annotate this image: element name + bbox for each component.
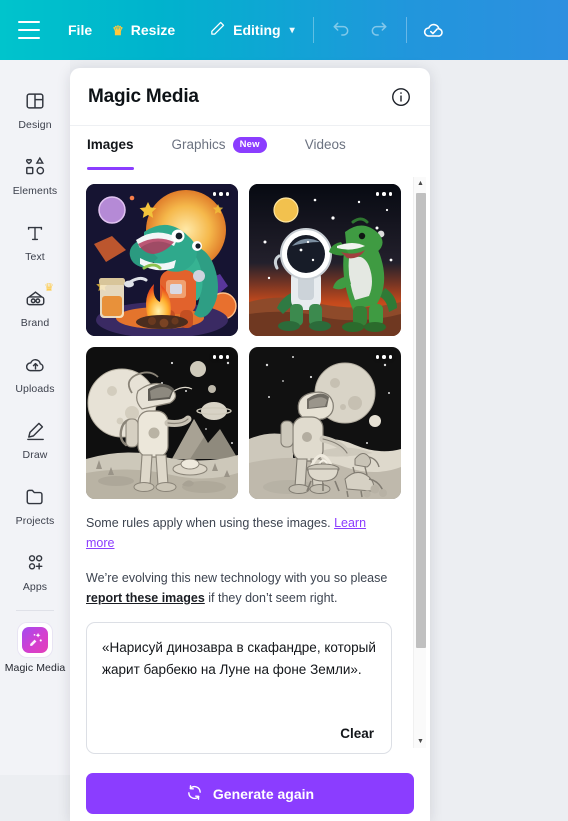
generated-image-2[interactable]	[249, 184, 401, 336]
sidebar-item-label: Apps	[22, 580, 48, 593]
clear-button[interactable]: Clear	[338, 724, 376, 743]
sidebar-item-elements[interactable]: Elements	[0, 142, 70, 208]
panel-scrollbar[interactable]: ▲ ▼	[413, 177, 426, 748]
new-badge: New	[232, 136, 267, 153]
sidebar-item-projects[interactable]: Projects	[0, 472, 70, 538]
evolving-text-start: We’re evolving this new technology with …	[86, 570, 388, 585]
pencil-icon	[209, 20, 226, 40]
sidebar-item-label: Design	[18, 118, 52, 131]
more-options-icon[interactable]	[212, 192, 229, 196]
scroll-up-arrow-icon[interactable]: ▲	[414, 177, 427, 190]
toolbar-divider-2	[405, 17, 407, 43]
scrollbar-thumb[interactable]	[415, 193, 426, 648]
sidebar-item-label: Text	[25, 250, 45, 263]
prompt-text-value: «Нарисуй динозавра в скафандре, который …	[102, 640, 376, 678]
more-options-icon[interactable]	[212, 355, 229, 359]
generate-again-button[interactable]: Generate again	[86, 773, 414, 814]
info-icon[interactable]	[390, 86, 412, 108]
sidebar-item-label: Brand	[20, 316, 50, 329]
undo-button[interactable]	[322, 11, 360, 49]
editing-label: Editing	[233, 22, 281, 38]
sidebar-item-uploads[interactable]: Uploads	[0, 340, 70, 406]
panel-scroll-area: Some rules apply when using these images…	[70, 174, 412, 819]
top-toolbar: File ♛ Resize Editing ▾	[0, 0, 568, 60]
sidebar-item-apps[interactable]: Apps	[0, 538, 70, 604]
report-images-link[interactable]: report these images	[86, 591, 205, 605]
more-options-icon[interactable]	[375, 192, 392, 196]
resize-label: Resize	[130, 22, 176, 38]
evolving-technology-note: We’re evolving this new technology with …	[70, 554, 412, 609]
projects-icon	[22, 484, 48, 510]
sidebar-item-label: Draw	[22, 448, 48, 461]
prompt-input[interactable]: «Нарисуй динозавра в скафандре, который …	[86, 622, 392, 754]
uploads-icon	[22, 352, 48, 378]
sidebar-item-label: Uploads	[15, 382, 55, 395]
more-options-icon[interactable]	[375, 355, 392, 359]
draw-icon	[22, 418, 48, 444]
sidebar-item-draw[interactable]: Draw	[0, 406, 70, 472]
sidebar-item-text[interactable]: Text	[0, 208, 70, 274]
sidebar-item-label: Elements	[12, 184, 58, 197]
evolving-text-end: if they don’t seem right.	[204, 590, 338, 605]
sidebar-item-brand[interactable]: ♛ Brand	[0, 274, 70, 340]
apps-icon	[22, 550, 48, 576]
crown-icon: ♛	[112, 22, 124, 38]
magic-media-panel: Magic Media Images Graphics New Videos S…	[70, 68, 430, 821]
sidebar-divider	[16, 610, 54, 611]
file-menu-label: File	[68, 22, 93, 38]
tab-label: Videos	[304, 137, 346, 152]
resize-button[interactable]: ♛ Resize	[102, 12, 185, 48]
panel-body: Some rules apply when using these images…	[70, 174, 430, 819]
cloud-check-save-icon[interactable]	[415, 11, 453, 49]
sidebar-item-magic-media[interactable]: Magic Media	[0, 615, 70, 681]
crown-icon: ♛	[44, 281, 54, 294]
scroll-down-arrow-icon[interactable]: ▼	[414, 735, 427, 748]
chevron-down-icon: ▾	[289, 24, 295, 36]
usage-rules-note: Some rules apply when using these images…	[70, 499, 412, 554]
design-icon	[22, 88, 48, 114]
generated-image-1[interactable]	[86, 184, 238, 336]
tab-label: Images	[87, 137, 134, 152]
canva-editor-window: File ♛ Resize Editing ▾ Design Elements …	[0, 0, 568, 821]
panel-title: Magic Media	[88, 85, 199, 107]
sidebar-item-label: Magic Media	[4, 661, 66, 674]
tab-videos[interactable]: Videos	[305, 126, 346, 174]
left-sidebar: Design Elements Text ♛ Brand Uploads Dra…	[0, 60, 70, 775]
redo-button[interactable]	[360, 11, 398, 49]
usage-rules-text: Some rules apply when using these images…	[86, 516, 335, 530]
elements-icon	[22, 154, 48, 180]
tab-images[interactable]: Images	[87, 126, 134, 174]
sidebar-item-design[interactable]: Design	[0, 76, 70, 142]
tab-label: Graphics	[171, 137, 226, 152]
tab-graphics[interactable]: Graphics New	[172, 126, 267, 174]
magic-media-icon	[18, 622, 52, 657]
refresh-icon	[186, 784, 203, 804]
sidebar-item-label: Projects	[15, 514, 55, 527]
hamburger-menu-icon[interactable]	[18, 21, 40, 39]
generated-image-3[interactable]	[86, 347, 238, 499]
panel-tabs: Images Graphics New Videos	[70, 126, 430, 174]
text-icon	[22, 220, 48, 246]
brand-icon: ♛	[22, 282, 54, 312]
file-menu-button[interactable]: File	[58, 12, 102, 48]
toolbar-divider-1	[312, 17, 314, 43]
panel-header: Magic Media	[70, 68, 430, 126]
generate-again-label: Generate again	[212, 785, 315, 802]
editing-mode-button[interactable]: Editing ▾	[199, 12, 304, 48]
generated-image-4[interactable]	[249, 347, 401, 499]
generated-images-grid	[70, 174, 401, 499]
